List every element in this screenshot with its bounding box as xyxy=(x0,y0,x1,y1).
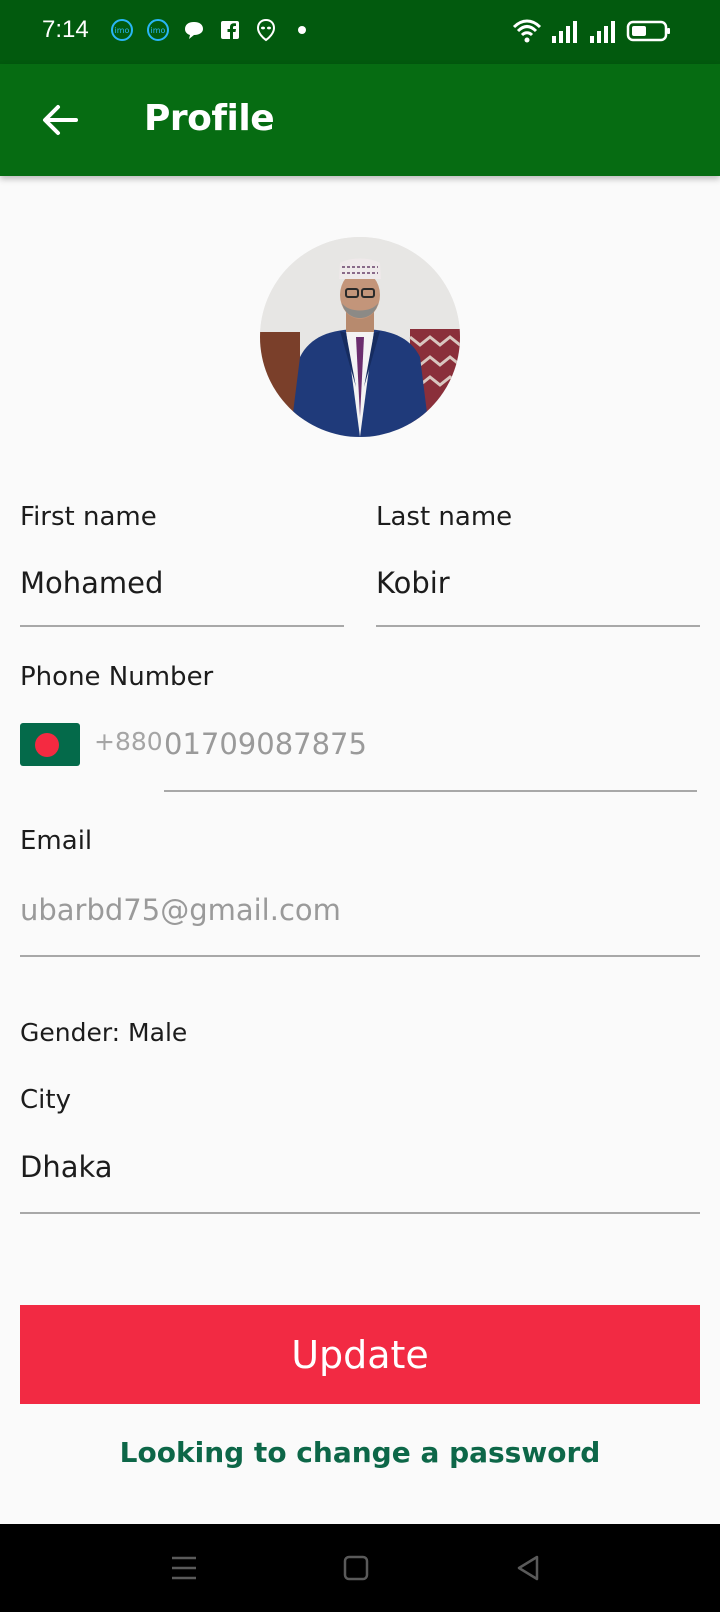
last-name-label: Last name xyxy=(376,502,513,532)
email-field[interactable]: ubarbd75@gmail.com xyxy=(20,893,341,927)
alien-icon xyxy=(256,18,276,42)
status-time: 7:14 xyxy=(42,16,89,43)
facebook-icon xyxy=(221,21,239,39)
phone-label: Phone Number xyxy=(20,662,214,692)
phone-field[interactable]: 01709087875 xyxy=(164,727,367,761)
profile-screen: 7:14 imo imo Profile First name Mohamed … xyxy=(0,0,720,1612)
svg-text:imo: imo xyxy=(115,26,130,35)
first-name-label: First name xyxy=(20,502,157,532)
app-bar: Profile xyxy=(0,64,720,176)
battery-icon xyxy=(626,20,670,42)
dot-icon xyxy=(298,26,306,34)
signal-icon xyxy=(552,21,577,43)
back-triangle-icon[interactable] xyxy=(510,1550,546,1586)
chat-icon xyxy=(185,22,203,39)
bangladesh-flag-icon xyxy=(35,733,59,757)
arrow-left-icon[interactable] xyxy=(34,94,86,146)
imo-icon: imo xyxy=(147,19,169,41)
avatar[interactable] xyxy=(260,237,460,437)
country-code: +880 xyxy=(94,727,163,756)
home-square-icon[interactable] xyxy=(338,1550,374,1586)
signal-icon xyxy=(590,21,615,43)
city-label: City xyxy=(20,1085,71,1115)
navigation-bar xyxy=(0,1524,720,1612)
first-name-underline xyxy=(20,625,344,627)
last-name-underline xyxy=(376,625,700,627)
status-bar: 7:14 imo imo xyxy=(0,0,720,64)
system-icons xyxy=(512,18,672,44)
email-label: Email xyxy=(20,826,93,856)
wifi-icon xyxy=(512,19,542,43)
profile-photo xyxy=(260,237,460,437)
email-underline xyxy=(20,955,700,957)
imo-icon: imo xyxy=(111,19,133,41)
country-flag-picker[interactable] xyxy=(20,723,80,766)
phone-underline xyxy=(164,790,697,792)
first-name-field[interactable]: Mohamed xyxy=(20,566,163,600)
update-button[interactable]: Update xyxy=(20,1305,700,1404)
gender-text: Gender: Male xyxy=(20,1018,188,1047)
change-password-link[interactable]: Looking to change a password xyxy=(0,1436,720,1469)
svg-text:imo: imo xyxy=(151,26,166,35)
menu-icon[interactable] xyxy=(166,1550,202,1586)
page-title: Profile xyxy=(144,98,275,139)
notification-icons: imo imo xyxy=(110,18,314,42)
city-underline xyxy=(20,1212,700,1214)
last-name-field[interactable]: Kobir xyxy=(376,566,450,600)
city-field[interactable]: Dhaka xyxy=(20,1150,113,1184)
